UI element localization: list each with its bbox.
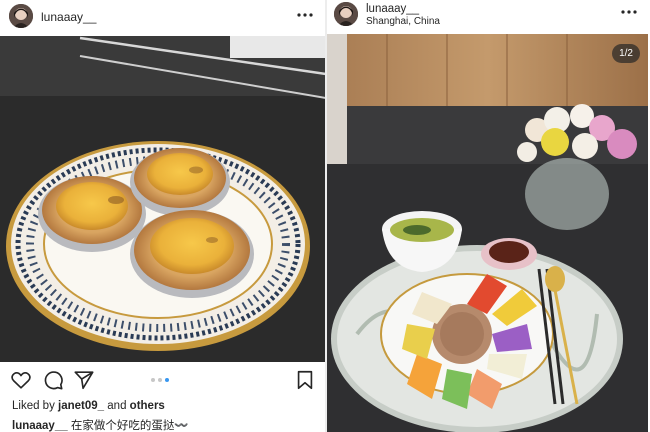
paper-plane-icon[interactable]: [73, 369, 95, 391]
page-counter: 1/2: [612, 44, 640, 63]
comment-bubble-icon[interactable]: [42, 369, 64, 391]
post-photo-noodles[interactable]: 1/2: [327, 34, 648, 432]
avatar[interactable]: [9, 4, 33, 28]
bookmark-icon[interactable]: [294, 369, 316, 391]
likes-line: Liked by janet09_ and others: [12, 400, 165, 412]
post-egg-tarts: lunaaay__ Liked by janet09_ and others l…: [0, 0, 326, 432]
likes-prefix: Liked by: [12, 400, 55, 412]
heart-icon[interactable]: [10, 369, 32, 391]
post-header: lunaaay__: [0, 0, 326, 34]
carousel-dot: [158, 378, 162, 382]
likes-others-link[interactable]: others: [130, 400, 165, 412]
post-username[interactable]: lunaaay__: [41, 10, 96, 24]
carousel-indicator: [151, 378, 169, 382]
post-header: lunaaay__ Shanghai, China: [327, 0, 650, 34]
post-location[interactable]: Shanghai, China: [366, 16, 440, 27]
likes-conj: and: [107, 400, 127, 412]
post-photo-egg-tarts[interactable]: [0, 36, 326, 362]
more-horizontal-icon[interactable]: [620, 5, 638, 19]
caption-text: 在家做个好吃的蛋挞〰️: [70, 420, 189, 432]
more-horizontal-icon[interactable]: [296, 8, 314, 22]
carousel-dot-active: [165, 378, 169, 382]
post-username[interactable]: lunaaay__: [366, 3, 419, 15]
post-actions: [0, 366, 326, 394]
caption-username[interactable]: lunaaay__: [12, 420, 68, 432]
liked-by-user[interactable]: janet09_: [58, 400, 104, 412]
post-caption: lunaaay__ 在家做个好吃的蛋挞〰️: [12, 417, 189, 432]
carousel-dot: [151, 378, 155, 382]
avatar[interactable]: [334, 2, 358, 26]
post-noodles: lunaaay__ Shanghai, China 1/2: [327, 0, 650, 432]
